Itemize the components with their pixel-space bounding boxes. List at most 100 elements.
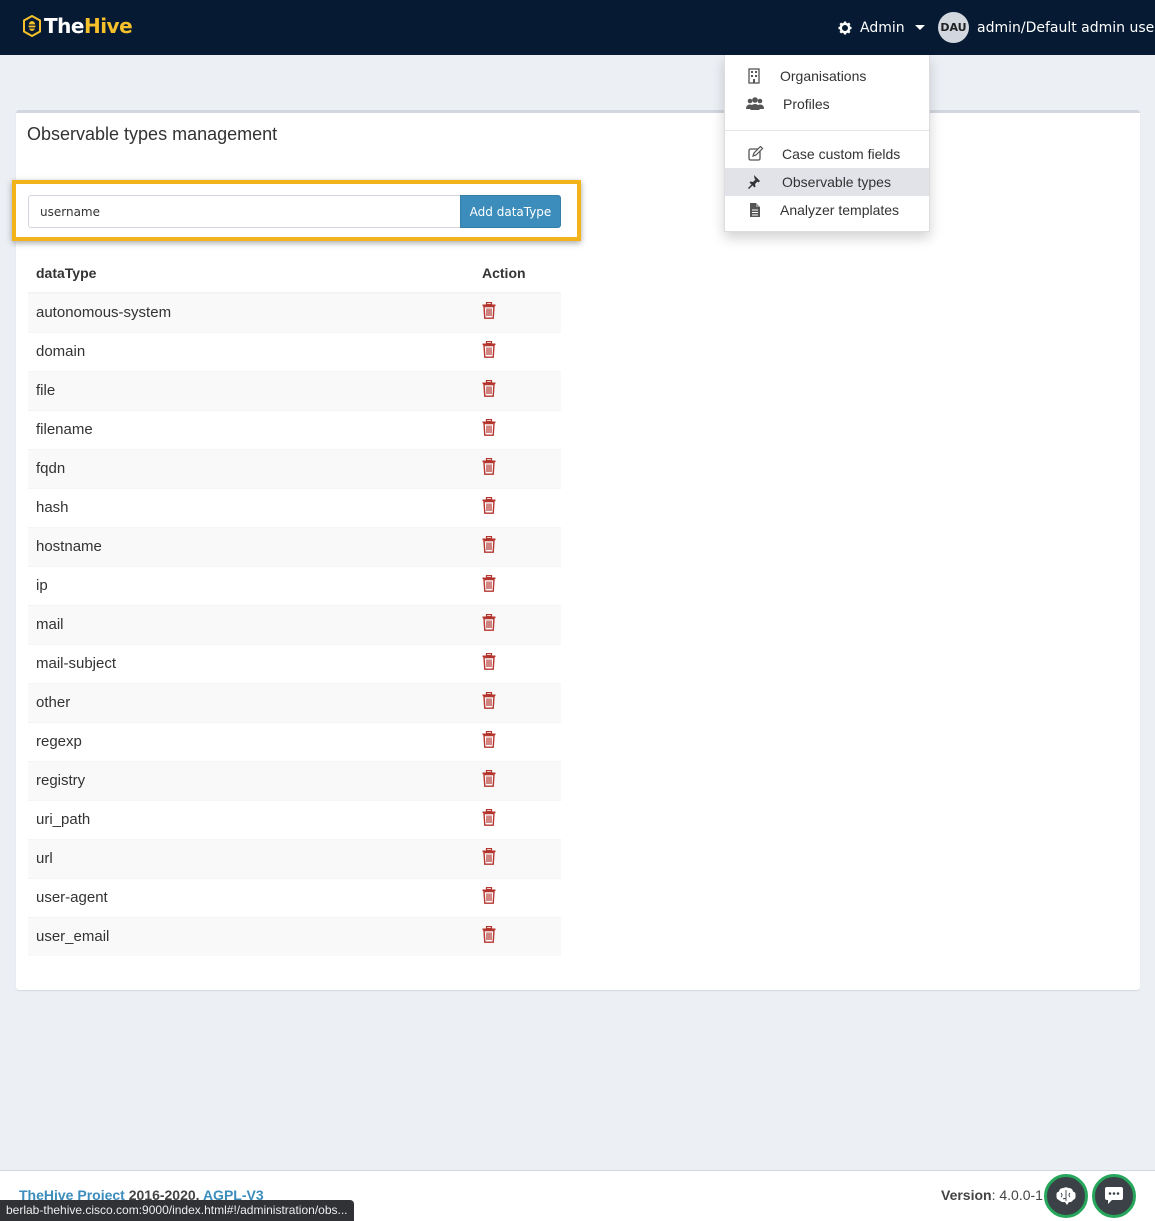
trash-icon[interactable]	[482, 887, 496, 904]
action-cell	[480, 409, 561, 449]
action-cell	[480, 487, 561, 527]
menu-item-case-custom-fields[interactable]: Case custom fields	[725, 140, 929, 168]
table-row: mail	[28, 604, 561, 644]
table-header-row: dataType Action	[28, 254, 561, 294]
trash-icon[interactable]	[482, 341, 496, 358]
file-icon	[750, 203, 760, 217]
datatype-name: registry	[28, 760, 480, 800]
user-menu[interactable]: DAU admin/Default admin user	[938, 12, 1155, 43]
table-row: registry	[28, 760, 561, 800]
action-cell	[480, 799, 561, 839]
action-column-header: Action	[480, 254, 561, 294]
menu-item-analyzer-templates[interactable]: Analyzer templates	[725, 196, 929, 224]
edit-icon	[748, 146, 764, 161]
analyzers-button[interactable]	[1044, 1174, 1088, 1218]
trash-icon[interactable]	[482, 497, 496, 514]
trash-icon[interactable]	[482, 926, 496, 944]
action-cell	[480, 877, 561, 917]
menu-item-profiles[interactable]: Profiles	[725, 90, 929, 118]
menu-item-label: Profiles	[783, 96, 830, 112]
table-row: autonomous-system	[28, 292, 561, 332]
top-navbar: TheHive Admin DAU admin/Default admin us…	[0, 0, 1155, 55]
action-cell	[480, 760, 561, 800]
datatype-name: hostname	[28, 526, 480, 566]
version-value: : 4.0.0-1	[991, 1187, 1043, 1203]
user-name: admin/Default admin user	[977, 19, 1155, 36]
trash-icon[interactable]	[482, 653, 496, 670]
table-row: regexp	[28, 721, 561, 761]
footer-version: Version: 4.0.0-1	[941, 1187, 1043, 1203]
table-row: user_email	[28, 916, 561, 956]
datatype-name: autonomous-system	[28, 292, 480, 332]
table-row: fqdn	[28, 448, 561, 488]
menu-divider	[725, 130, 929, 131]
action-cell	[480, 721, 561, 761]
trash-icon[interactable]	[482, 380, 496, 397]
add-datatype-form: Add dataType	[28, 195, 561, 228]
chat-icon	[1105, 1187, 1123, 1204]
add-datatype-button[interactable]: Add dataType	[460, 195, 561, 228]
datatype-name: other	[28, 682, 480, 722]
building-icon	[748, 68, 760, 84]
datatype-name: uri_path	[28, 799, 480, 839]
bee-icon	[23, 15, 41, 37]
datatype-name: ip	[28, 565, 480, 605]
action-cell	[480, 838, 561, 878]
datatype-name: hash	[28, 487, 480, 527]
trash-icon[interactable]	[482, 419, 496, 436]
trash-icon[interactable]	[482, 692, 496, 709]
action-cell	[480, 526, 561, 566]
avatar: DAU	[938, 12, 969, 43]
brand-logo[interactable]: TheHive	[22, 14, 133, 38]
action-cell	[480, 331, 561, 371]
trash-icon[interactable]	[482, 458, 496, 475]
brand-name: TheHive	[44, 14, 133, 38]
trash-icon[interactable]	[482, 614, 496, 631]
action-cell	[480, 448, 561, 488]
menu-item-label: Case custom fields	[782, 146, 901, 162]
version-label: Version	[941, 1187, 992, 1203]
trash-icon[interactable]	[482, 302, 496, 320]
trash-icon[interactable]	[482, 848, 496, 865]
chat-button[interactable]	[1092, 1174, 1136, 1218]
datatype-name: regexp	[28, 721, 480, 761]
datatype-name: url	[28, 838, 480, 878]
table-row: other	[28, 682, 561, 722]
action-cell	[480, 643, 561, 683]
datatype-input[interactable]	[28, 195, 460, 228]
datatype-column-header: dataType	[28, 254, 480, 294]
gear-icon	[838, 21, 852, 34]
trash-icon[interactable]	[482, 575, 496, 592]
menu-item-label: Observable types	[782, 174, 891, 190]
table-row: user-agent	[28, 877, 561, 917]
table-row: domain	[28, 331, 561, 371]
trash-icon[interactable]	[482, 536, 496, 553]
trash-icon[interactable]	[482, 770, 496, 787]
table-row: hash	[28, 487, 561, 527]
trash-icon[interactable]	[482, 731, 496, 748]
datatype-table: dataType Action autonomous-system domain f…	[28, 254, 561, 956]
menu-item-label: Analyzer templates	[780, 202, 900, 218]
menu-item-observable-types[interactable]: Observable types	[725, 168, 929, 196]
menu-item-organisations[interactable]: Organisations	[725, 62, 929, 90]
admin-dropdown-menu: Organisations Profiles Case custom field…	[724, 55, 930, 232]
datatype-name: fqdn	[28, 448, 480, 488]
action-cell	[480, 565, 561, 605]
pin-icon	[748, 175, 760, 189]
brain-icon	[1056, 1187, 1076, 1205]
status-bar-url: berlab-thehive.cisco.com:9000/index.html…	[0, 1200, 354, 1221]
datatype-name: user-agent	[28, 877, 480, 917]
menu-item-label: Organisations	[780, 68, 867, 84]
admin-menu-toggle[interactable]: Admin	[826, 0, 930, 55]
table-row: ip	[28, 565, 561, 605]
trash-icon[interactable]	[482, 809, 496, 826]
action-cell	[480, 916, 561, 956]
datatype-name: user_email	[28, 916, 480, 956]
datatype-name: mail-subject	[28, 643, 480, 683]
table-row: url	[28, 838, 561, 878]
caret-down-icon	[914, 25, 925, 30]
datatype-name: file	[28, 370, 480, 410]
action-cell	[480, 370, 561, 410]
table-row: uri_path	[28, 799, 561, 839]
action-cell	[480, 292, 561, 332]
